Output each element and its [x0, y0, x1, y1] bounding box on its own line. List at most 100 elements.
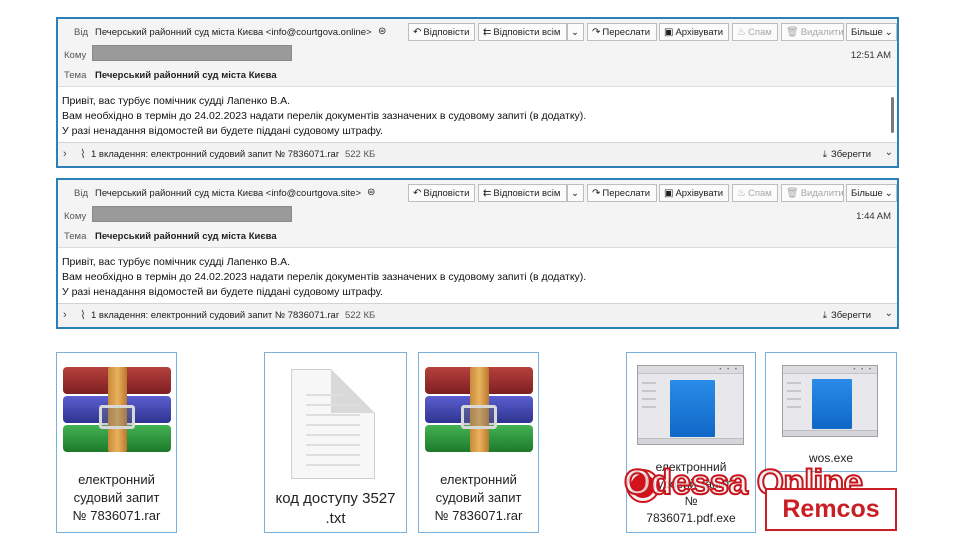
contact-icon[interactable]: ⊜ [378, 26, 386, 37]
file-label-line: судовий запит [435, 490, 522, 505]
from-label: Від [74, 188, 88, 199]
chevron-right-icon[interactable]: › [63, 309, 67, 321]
body-line: Привіт, вас турбує помічник судді Лапенк… [62, 95, 291, 107]
sender-address[interactable]: Печерський районний суд міста Києва <inf… [95, 188, 361, 199]
chevron-down-icon: ⌄ [571, 26, 579, 38]
file-label-line: електронний [440, 472, 517, 487]
trash-icon: 🗑 [786, 187, 799, 199]
attachment-bar[interactable]: › ⌇ 1 вкладення: електронний судовий зап… [58, 142, 897, 166]
file-label: код доступу 3527 .txt [265, 489, 406, 529]
attachment-info[interactable]: 1 вкладення: електронний судовий запит №… [91, 149, 375, 160]
reply-dropdown-button[interactable]: ⌄ [567, 23, 584, 41]
attachment-name: 1 вкладення: електронний судовий запит №… [91, 310, 339, 321]
delete-label: Видалити [800, 26, 844, 38]
email-message-1: Від Печерський районний суд міста Києва … [56, 17, 899, 168]
reply-all-button[interactable]: ⇇ Відповісти всім [478, 184, 567, 202]
subject-text: Печерський районний суд міста Києва [95, 231, 277, 242]
chevron-down-icon: ⌄ [884, 187, 893, 199]
archive-button[interactable]: ▣ Архівувати [659, 23, 729, 41]
delete-button[interactable]: 🗑 Видалити [781, 184, 844, 202]
body-line: У разі ненадання відомостей ви будете пі… [62, 125, 383, 137]
archive-icon: ▣ [664, 187, 674, 199]
contact-icon[interactable]: ⊜ [367, 187, 375, 198]
delete-label: Видалити [800, 187, 844, 199]
body-line: Привіт, вас турбує помічник судді Лапенк… [62, 256, 291, 268]
email-body: Привіт, вас турбує помічник судді Лапенк… [62, 255, 586, 300]
archive-icon: ▣ [664, 26, 674, 38]
spam-button[interactable]: ♨ Спам [732, 184, 778, 202]
message-time: 1:44 AM [856, 211, 891, 222]
paperclip-icon: ⌇ [80, 308, 86, 322]
from-label: Від [74, 27, 88, 38]
paperclip-icon: ⌇ [80, 147, 86, 161]
delete-button[interactable]: 🗑 Видалити [781, 23, 844, 41]
more-button[interactable]: Більше ⌄ [846, 23, 897, 41]
file-label-line: .txt [325, 510, 346, 527]
file-label: електронний судовий запит № 7836071.rar [57, 471, 176, 525]
save-label: Зберегти [830, 149, 871, 160]
file-label: електронний судовий запит № 7836071.rar [419, 471, 538, 525]
file-label-line: № 7836071.rar [72, 508, 161, 523]
archive-label: Архівувати [675, 26, 724, 38]
forward-icon: ↷ [592, 187, 601, 199]
spam-icon: ♨ [737, 26, 746, 38]
reply-dropdown-button[interactable]: ⌄ [567, 184, 584, 202]
file-icon-rar-2[interactable]: електронний судовий запит № 7836071.rar [418, 352, 539, 533]
chevron-down-icon[interactable]: ⌄ [885, 147, 893, 158]
reply-icon: ↶ [413, 187, 422, 199]
chevron-down-icon[interactable]: ⌄ [885, 308, 893, 319]
save-attachment-button[interactable]: ⤓ Зберегти [823, 149, 871, 160]
reply-all-label: Відповісти всім [493, 187, 561, 199]
reply-label: Відповісти [423, 187, 470, 199]
to-label: Кому [64, 211, 87, 222]
body-line: Вам необхідно в термін до 24.02.2023 над… [62, 271, 587, 283]
subject-label: Тема [64, 70, 87, 81]
executable-window-icon: • • • [782, 365, 878, 437]
reply-button[interactable]: ↶ Відповісти [408, 23, 475, 41]
archive-button[interactable]: ▣ Архівувати [659, 184, 729, 202]
email-header: Від Печерський районний суд міста Києва … [58, 19, 897, 87]
more-button[interactable]: Більше ⌄ [846, 184, 897, 202]
sender-address[interactable]: Печерський районний суд міста Києва <inf… [95, 27, 372, 38]
forward-label: Переслати [602, 26, 651, 38]
forward-button[interactable]: ↷ Переслати [587, 184, 657, 202]
reply-all-icon: ⇇ [483, 26, 492, 38]
body-line: У разі ненадання відомостей ви будете пі… [62, 286, 383, 298]
attachment-size: 522 КБ [344, 149, 376, 160]
forward-label: Переслати [602, 187, 651, 199]
text-document-icon [291, 369, 375, 479]
more-label: Більше [851, 187, 883, 199]
file-icon-rar-1[interactable]: електронний судовий запит № 7836071.rar [56, 352, 177, 533]
email-body: Привіт, вас турбує помічник судді Лапенк… [62, 94, 586, 139]
file-icon-txt[interactable]: код доступу 3527 .txt [264, 352, 407, 533]
chevron-right-icon[interactable]: › [63, 148, 67, 160]
body-line: Вам необхідно в термін до 24.02.2023 над… [62, 110, 587, 122]
spam-icon: ♨ [737, 187, 746, 199]
recipient-redacted [92, 206, 292, 222]
download-icon: ⤓ [822, 149, 827, 160]
file-label-line: № 7836071.rar [434, 508, 523, 523]
forward-icon: ↷ [592, 26, 601, 38]
recipient-redacted [92, 45, 292, 61]
file-label-line: 7836071.pdf.exe [646, 511, 736, 525]
spam-label: Спам [747, 187, 772, 199]
forward-button[interactable]: ↷ Переслати [587, 23, 657, 41]
subject-text: Печерський районний суд міста Києва [95, 70, 277, 81]
reply-button[interactable]: ↶ Відповісти [408, 184, 475, 202]
attachment-info[interactable]: 1 вкладення: електронний судовий запит №… [91, 310, 375, 321]
spam-button[interactable]: ♨ Спам [732, 23, 778, 41]
attachment-bar[interactable]: › ⌇ 1 вкладення: електронний судовий зап… [58, 303, 897, 327]
save-attachment-button[interactable]: ⤓ Зберегти [823, 310, 871, 321]
email-message-2: Від Печерський районний суд міста Києва … [56, 178, 899, 329]
archive-label: Архівувати [675, 187, 724, 199]
to-label: Кому [64, 50, 87, 61]
trash-icon: 🗑 [786, 26, 799, 38]
save-label: Зберегти [830, 310, 871, 321]
chevron-down-icon: ⌄ [571, 187, 579, 199]
reply-all-button[interactable]: ⇇ Відповісти всім [478, 23, 567, 41]
chevron-down-icon: ⌄ [884, 26, 893, 38]
download-icon: ⤓ [822, 310, 827, 321]
file-icon-exe-2[interactable]: • • • wos.exe [765, 352, 897, 472]
scrollbar[interactable] [891, 97, 894, 133]
file-label-line: судовий запит [73, 490, 160, 505]
